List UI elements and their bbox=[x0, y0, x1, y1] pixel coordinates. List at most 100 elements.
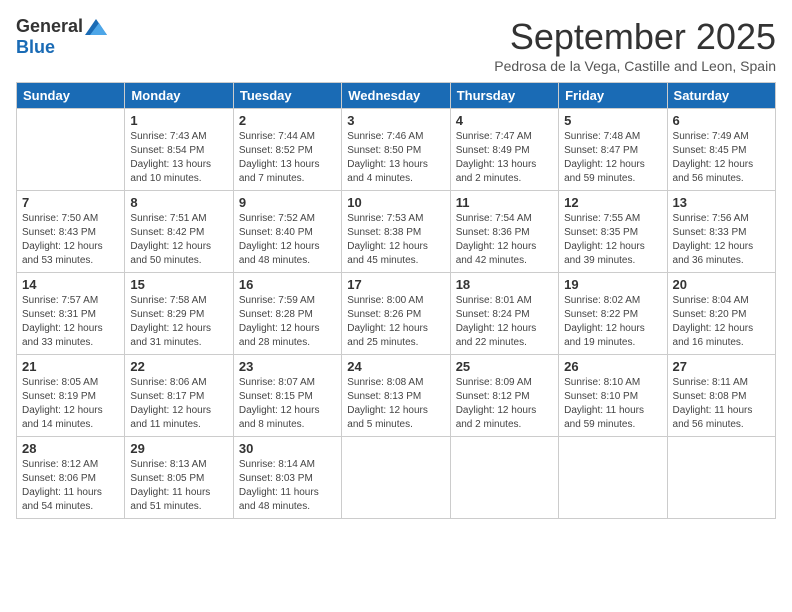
calendar-cell: 30 Sunrise: 8:14 AM Sunset: 8:03 PM Dayli… bbox=[233, 437, 341, 519]
calendar-cell: 6 Sunrise: 7:49 AM Sunset: 8:45 PM Daylig… bbox=[667, 109, 775, 191]
calendar-cell: 27 Sunrise: 8:11 AM Sunset: 8:08 PM Dayli… bbox=[667, 355, 775, 437]
weekday-header-sunday: Sunday bbox=[17, 83, 125, 109]
day-info: Sunrise: 8:10 AM Sunset: 8:10 PM Dayligh… bbox=[564, 376, 661, 432]
day-info: Sunrise: 8:12 AM Sunset: 8:06 PM Dayligh… bbox=[22, 458, 119, 514]
calendar-cell: 17 Sunrise: 8:00 AM Sunset: 8:26 PM Dayli… bbox=[342, 273, 450, 355]
logo: General Blue bbox=[16, 16, 107, 58]
day-info: Sunrise: 8:06 AM Sunset: 8:17 PM Dayligh… bbox=[130, 376, 227, 432]
day-number: 17 bbox=[347, 277, 444, 292]
title-section: September 2025 Pedrosa de la Vega, Casti… bbox=[494, 16, 776, 74]
day-number: 8 bbox=[130, 195, 227, 210]
day-info: Sunrise: 8:02 AM Sunset: 8:22 PM Dayligh… bbox=[564, 294, 661, 350]
day-number: 29 bbox=[130, 441, 227, 456]
day-info: Sunrise: 7:54 AM Sunset: 8:36 PM Dayligh… bbox=[456, 212, 553, 268]
calendar-cell bbox=[342, 437, 450, 519]
day-info: Sunrise: 7:49 AM Sunset: 8:45 PM Dayligh… bbox=[673, 130, 770, 186]
calendar-cell: 8 Sunrise: 7:51 AM Sunset: 8:42 PM Daylig… bbox=[125, 191, 233, 273]
weekday-header-row: SundayMondayTuesdayWednesdayThursdayFrid… bbox=[17, 83, 776, 109]
day-number: 19 bbox=[564, 277, 661, 292]
day-number: 11 bbox=[456, 195, 553, 210]
logo-blue-text: Blue bbox=[16, 37, 55, 58]
day-number: 27 bbox=[673, 359, 770, 374]
day-info: Sunrise: 8:00 AM Sunset: 8:26 PM Dayligh… bbox=[347, 294, 444, 350]
day-number: 3 bbox=[347, 113, 444, 128]
calendar-cell: 23 Sunrise: 8:07 AM Sunset: 8:15 PM Dayli… bbox=[233, 355, 341, 437]
day-info: Sunrise: 8:04 AM Sunset: 8:20 PM Dayligh… bbox=[673, 294, 770, 350]
calendar-cell: 19 Sunrise: 8:02 AM Sunset: 8:22 PM Dayli… bbox=[559, 273, 667, 355]
day-info: Sunrise: 8:09 AM Sunset: 8:12 PM Dayligh… bbox=[456, 376, 553, 432]
weekday-header-friday: Friday bbox=[559, 83, 667, 109]
day-number: 2 bbox=[239, 113, 336, 128]
logo-general-text: General bbox=[16, 16, 83, 37]
calendar-cell bbox=[559, 437, 667, 519]
day-info: Sunrise: 7:44 AM Sunset: 8:52 PM Dayligh… bbox=[239, 130, 336, 186]
day-number: 20 bbox=[673, 277, 770, 292]
calendar-cell: 15 Sunrise: 7:58 AM Sunset: 8:29 PM Dayli… bbox=[125, 273, 233, 355]
day-number: 7 bbox=[22, 195, 119, 210]
day-number: 5 bbox=[564, 113, 661, 128]
day-info: Sunrise: 8:07 AM Sunset: 8:15 PM Dayligh… bbox=[239, 376, 336, 432]
day-info: Sunrise: 7:52 AM Sunset: 8:40 PM Dayligh… bbox=[239, 212, 336, 268]
day-number: 12 bbox=[564, 195, 661, 210]
day-number: 9 bbox=[239, 195, 336, 210]
weekday-header-thursday: Thursday bbox=[450, 83, 558, 109]
day-info: Sunrise: 7:43 AM Sunset: 8:54 PM Dayligh… bbox=[130, 130, 227, 186]
calendar-cell bbox=[667, 437, 775, 519]
calendar-cell: 22 Sunrise: 8:06 AM Sunset: 8:17 PM Dayli… bbox=[125, 355, 233, 437]
day-number: 23 bbox=[239, 359, 336, 374]
day-info: Sunrise: 8:14 AM Sunset: 8:03 PM Dayligh… bbox=[239, 458, 336, 514]
day-number: 24 bbox=[347, 359, 444, 374]
day-info: Sunrise: 8:11 AM Sunset: 8:08 PM Dayligh… bbox=[673, 376, 770, 432]
calendar-week-2: 7 Sunrise: 7:50 AM Sunset: 8:43 PM Daylig… bbox=[17, 191, 776, 273]
day-number: 6 bbox=[673, 113, 770, 128]
calendar-week-4: 21Sunrise: 8:05 AM Sunset: 8:19 PM Dayli… bbox=[17, 355, 776, 437]
month-title: September 2025 bbox=[494, 16, 776, 58]
calendar-cell: 3Sunrise: 7:46 AM Sunset: 8:50 PM Daylig… bbox=[342, 109, 450, 191]
calendar-cell: 7 Sunrise: 7:50 AM Sunset: 8:43 PM Daylig… bbox=[17, 191, 125, 273]
calendar-cell: 12 Sunrise: 7:55 AM Sunset: 8:35 PM Dayli… bbox=[559, 191, 667, 273]
calendar-week-3: 14Sunrise: 7:57 AM Sunset: 8:31 PM Dayli… bbox=[17, 273, 776, 355]
location-subtitle: Pedrosa de la Vega, Castille and Leon, S… bbox=[494, 58, 776, 74]
calendar-cell: 26Sunrise: 8:10 AM Sunset: 8:10 PM Dayli… bbox=[559, 355, 667, 437]
day-number: 16 bbox=[239, 277, 336, 292]
day-number: 15 bbox=[130, 277, 227, 292]
calendar-cell: 10 Sunrise: 7:53 AM Sunset: 8:38 PM Dayli… bbox=[342, 191, 450, 273]
calendar-cell bbox=[17, 109, 125, 191]
day-info: Sunrise: 7:57 AM Sunset: 8:31 PM Dayligh… bbox=[22, 294, 119, 350]
day-number: 18 bbox=[456, 277, 553, 292]
day-number: 22 bbox=[130, 359, 227, 374]
page-header: General Blue September 2025 Pedrosa de l… bbox=[16, 16, 776, 74]
calendar-cell: 4Sunrise: 7:47 AM Sunset: 8:49 PM Daylig… bbox=[450, 109, 558, 191]
calendar-cell: 29 Sunrise: 8:13 AM Sunset: 8:05 PM Dayli… bbox=[125, 437, 233, 519]
calendar-cell: 2 Sunrise: 7:44 AM Sunset: 8:52 PM Daylig… bbox=[233, 109, 341, 191]
day-info: Sunrise: 7:56 AM Sunset: 8:33 PM Dayligh… bbox=[673, 212, 770, 268]
calendar-cell: 18 Sunrise: 8:01 AM Sunset: 8:24 PM Dayli… bbox=[450, 273, 558, 355]
calendar-cell: 14Sunrise: 7:57 AM Sunset: 8:31 PM Dayli… bbox=[17, 273, 125, 355]
day-info: Sunrise: 7:51 AM Sunset: 8:42 PM Dayligh… bbox=[130, 212, 227, 268]
weekday-header-saturday: Saturday bbox=[667, 83, 775, 109]
weekday-header-monday: Monday bbox=[125, 83, 233, 109]
calendar-week-1: 1 Sunrise: 7:43 AM Sunset: 8:54 PM Daylig… bbox=[17, 109, 776, 191]
day-info: Sunrise: 7:50 AM Sunset: 8:43 PM Dayligh… bbox=[22, 212, 119, 268]
day-number: 21 bbox=[22, 359, 119, 374]
day-info: Sunrise: 7:53 AM Sunset: 8:38 PM Dayligh… bbox=[347, 212, 444, 268]
calendar-cell: 24Sunrise: 8:08 AM Sunset: 8:13 PM Dayli… bbox=[342, 355, 450, 437]
day-info: Sunrise: 7:58 AM Sunset: 8:29 PM Dayligh… bbox=[130, 294, 227, 350]
day-info: Sunrise: 8:01 AM Sunset: 8:24 PM Dayligh… bbox=[456, 294, 553, 350]
calendar-cell: 13Sunrise: 7:56 AM Sunset: 8:33 PM Dayli… bbox=[667, 191, 775, 273]
calendar-cell: 25Sunrise: 8:09 AM Sunset: 8:12 PM Dayli… bbox=[450, 355, 558, 437]
day-number: 1 bbox=[130, 113, 227, 128]
weekday-header-tuesday: Tuesday bbox=[233, 83, 341, 109]
day-number: 28 bbox=[22, 441, 119, 456]
day-info: Sunrise: 8:13 AM Sunset: 8:05 PM Dayligh… bbox=[130, 458, 227, 514]
calendar-cell: 21Sunrise: 8:05 AM Sunset: 8:19 PM Dayli… bbox=[17, 355, 125, 437]
calendar-cell: 20 Sunrise: 8:04 AM Sunset: 8:20 PM Dayli… bbox=[667, 273, 775, 355]
day-number: 10 bbox=[347, 195, 444, 210]
day-number: 30 bbox=[239, 441, 336, 456]
day-info: Sunrise: 7:48 AM Sunset: 8:47 PM Dayligh… bbox=[564, 130, 661, 186]
day-info: Sunrise: 7:55 AM Sunset: 8:35 PM Dayligh… bbox=[564, 212, 661, 268]
calendar-table: SundayMondayTuesdayWednesdayThursdayFrid… bbox=[16, 82, 776, 519]
calendar-cell: 16 Sunrise: 7:59 AM Sunset: 8:28 PM Dayli… bbox=[233, 273, 341, 355]
logo-icon bbox=[85, 19, 107, 35]
day-info: Sunrise: 7:59 AM Sunset: 8:28 PM Dayligh… bbox=[239, 294, 336, 350]
